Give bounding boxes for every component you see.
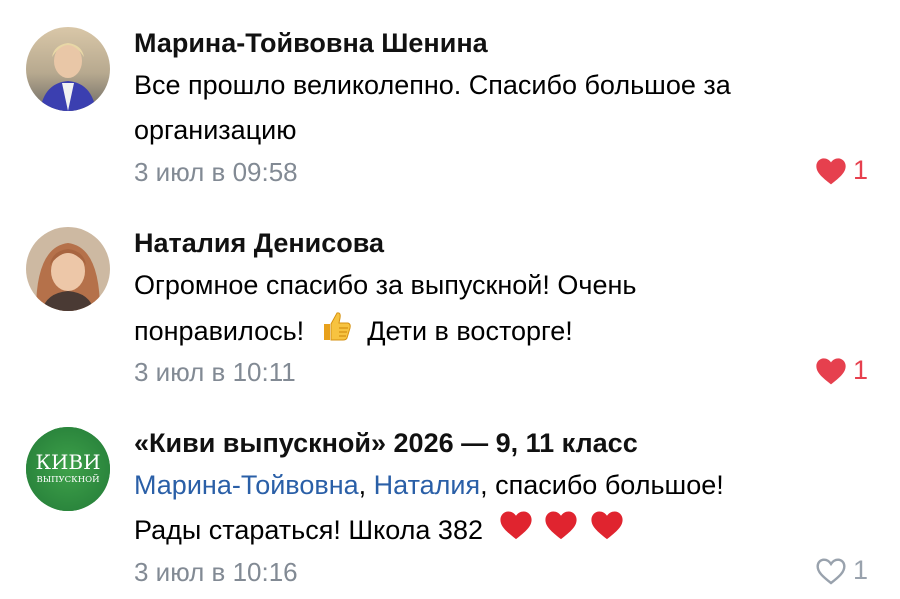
heart-emoji-icon (590, 509, 624, 555)
avatar[interactable] (26, 27, 110, 111)
comment-text-fragment: Дети в восторге! (367, 316, 573, 347)
comment-text-line: понравилось! Дети в восторге! (134, 308, 874, 358)
like-count: 1 (852, 155, 868, 185)
comment-timestamp[interactable]: 3 июл в 10:16 (134, 557, 298, 588)
logo-text-main: КИВИ (35, 450, 100, 474)
comment-timestamp[interactable]: 3 июл в 09:58 (134, 157, 298, 188)
kiwi-logo: КИВИ ВЫПУСКНОЙ (26, 427, 110, 511)
comment-author[interactable]: Марина-Тойвовна Шенина (134, 28, 488, 59)
like-button[interactable]: 1 (815, 555, 868, 586)
avatar[interactable]: КИВИ ВЫПУСКНОЙ (26, 427, 110, 511)
comment-text-line: Все прошло великолепно. Спасибо большое … (134, 70, 731, 100)
heart-emoji-icon (499, 509, 533, 555)
comment-text: Огромное спасибо за выпускной! Очень пон… (134, 263, 874, 358)
user-photo-avatar (26, 27, 110, 111)
comment-item: Наталия Денисова Огромное спасибо за вып… (0, 200, 900, 400)
like-count: 1 (852, 555, 868, 585)
comment-text: Марина-Тойвовна, Наталия, спасибо большо… (134, 463, 874, 555)
comment-text-fragment: Рады стараться! Школа 382 (134, 515, 483, 545)
comment-text-fragment: понравилось! (134, 316, 305, 347)
comment-text-line: организацию (134, 115, 297, 145)
comment-text-line: Рады стараться! Школа 382 (134, 508, 874, 555)
logo-text-sub: ВЫПУСКНОЙ (36, 473, 99, 485)
like-count: 1 (852, 355, 868, 385)
comment-timestamp[interactable]: 3 июл в 10:11 (134, 357, 296, 388)
like-button[interactable]: 1 (815, 155, 868, 186)
heart-filled-icon (816, 357, 846, 384)
mention-link[interactable]: Наталия (374, 470, 480, 500)
heart-outline-icon (816, 557, 846, 585)
comment-author[interactable]: «Киви выпускной» 2026 — 9, 11 класс (134, 428, 638, 459)
heart-filled-icon (816, 157, 846, 184)
comment-item: Марина-Тойвовна Шенина Все прошло велико… (0, 0, 900, 200)
comment-item: КИВИ ВЫПУСКНОЙ «Киви выпускной» 2026 — 9… (0, 400, 900, 599)
comment-text-line: Марина-Тойвовна, Наталия, спасибо большо… (134, 463, 874, 508)
comment-text-fragment: , (358, 470, 374, 500)
comment-author[interactable]: Наталия Денисова (134, 228, 384, 259)
comment-text-line: Огромное спасибо за выпускной! Очень (134, 270, 637, 300)
like-button[interactable]: 1 (815, 355, 868, 386)
heart-emoji-icon (544, 509, 578, 555)
user-photo-avatar (26, 227, 110, 311)
avatar[interactable] (26, 227, 110, 311)
comment-text: Все прошло великолепно. Спасибо большое … (134, 63, 874, 153)
thumbs-up-icon (318, 308, 354, 358)
mention-link[interactable]: Марина-Тойвовна (134, 470, 359, 500)
comment-text-fragment: , спасибо большое! (480, 470, 724, 500)
